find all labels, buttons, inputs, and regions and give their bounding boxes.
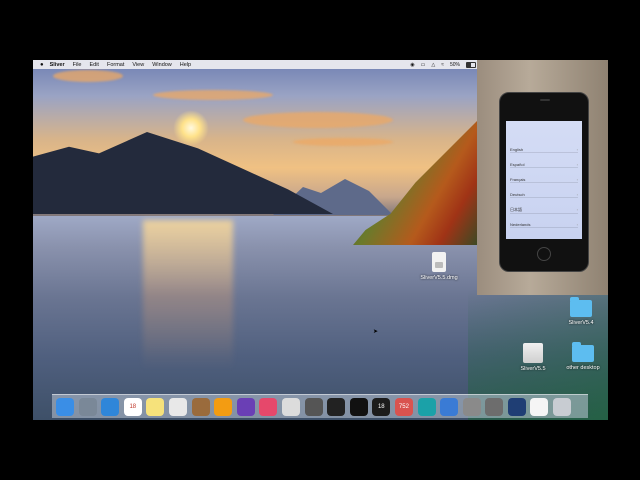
language-option[interactable]: Français › — [510, 177, 578, 183]
dock-badge-label: 752 — [398, 403, 409, 410]
preferences-icon[interactable] — [485, 397, 504, 416]
imovie-icon[interactable] — [236, 397, 255, 416]
chevron-right-icon: › — [576, 177, 578, 182]
language-option[interactable]: Deutsch › — [510, 192, 578, 198]
arduino-icon[interactable] — [417, 397, 436, 416]
badge-icon[interactable]: 752 — [394, 397, 413, 416]
phone-screen: English › Español › Français › Deutsch › 日本語… — [506, 121, 582, 239]
language-option[interactable]: English › — [510, 147, 578, 153]
desktop-file-label: SliverV5.4 — [568, 320, 594, 326]
launchpad-icon[interactable] — [78, 397, 97, 416]
chevron-right-icon: › — [576, 222, 578, 227]
display-icon[interactable]: ▭ — [421, 62, 426, 68]
desktop-folder-other[interactable]: other desktop — [556, 342, 608, 371]
notes-icon[interactable] — [146, 397, 165, 416]
earpiece — [540, 99, 550, 101]
finder-icon[interactable] — [56, 397, 74, 416]
dock-badge-label: 18 — [377, 403, 385, 410]
apple-menu-icon[interactable]: ● — [40, 62, 44, 68]
safari-icon[interactable] — [101, 397, 120, 416]
dock: 18 18 752 — [52, 394, 588, 418]
dock-badge-label: 18 — [129, 403, 137, 410]
iphone: English › Español › Français › Deutsch › 日本語… — [499, 92, 589, 272]
chevron-right-icon: › — [576, 192, 578, 197]
chevron-right-icon: › — [576, 147, 578, 152]
terminal-icon[interactable] — [327, 397, 346, 416]
airplay-icon[interactable]: △ — [431, 62, 435, 68]
dmg-file-icon — [432, 252, 446, 272]
sun-reflection — [143, 220, 233, 370]
weather-icon[interactable]: 18 — [372, 397, 391, 416]
chevron-right-icon: › — [576, 207, 578, 212]
language-option[interactable]: Nederlands › — [510, 222, 578, 228]
left-mountain — [33, 132, 333, 214]
desktop-folder-sliverv54[interactable]: SliverV5.4 — [556, 297, 606, 326]
trash-icon[interactable] — [553, 397, 572, 416]
photos-icon[interactable] — [214, 397, 233, 416]
status-area: ◉ ▭ △ ≈ 50% — [410, 60, 476, 69]
desktop-file-label: SliverV5.5 — [520, 366, 546, 372]
script-icon[interactable] — [281, 397, 300, 416]
desktop-file-dmg[interactable]: SliverV5.5.dmg — [411, 252, 467, 281]
book-icon[interactable] — [191, 397, 210, 416]
quicktime-icon[interactable] — [507, 397, 526, 416]
menu-app-name[interactable]: Sliver — [50, 62, 65, 68]
language-label: English — [510, 147, 524, 152]
home-button[interactable] — [537, 247, 551, 261]
language-label: Français — [510, 177, 526, 182]
textedit-icon[interactable] — [168, 397, 187, 416]
language-option[interactable]: Español › — [510, 162, 578, 168]
language-label: Nederlands — [510, 222, 531, 227]
preview-icon[interactable] — [530, 397, 549, 416]
cloud — [153, 90, 273, 100]
menu-view[interactable]: View — [132, 62, 144, 68]
icloud-icon[interactable] — [440, 397, 459, 416]
menu-format[interactable]: Format — [107, 62, 124, 68]
menu-file[interactable]: File — [73, 62, 82, 68]
mouse-cursor-icon: ➤ — [373, 329, 379, 335]
wifi-icon[interactable]: ≈ — [441, 62, 444, 68]
battery-icon[interactable] — [466, 61, 476, 68]
chevron-right-icon: › — [576, 162, 578, 167]
menu-window[interactable]: Window — [152, 62, 172, 68]
menu-help[interactable]: Help — [180, 62, 191, 68]
menu-edit[interactable]: Edit — [89, 62, 98, 68]
cloud — [243, 112, 393, 128]
desktop-file-label: other desktop — [566, 365, 600, 371]
disk-image-icon — [523, 343, 543, 363]
record-icon[interactable]: ◉ — [410, 62, 414, 68]
cloud — [293, 138, 393, 146]
battery-percent[interactable]: 50% — [450, 62, 460, 68]
itunes-icon[interactable] — [259, 397, 278, 416]
language-label: Deutsch — [510, 192, 525, 197]
language-label: Español — [510, 162, 525, 167]
desktop-disk-sliverv55[interactable]: SliverV5.5 — [508, 343, 558, 372]
language-option[interactable]: 日本語 › — [510, 207, 578, 214]
folder-icon — [572, 342, 594, 362]
phone-camera-overlay: English › Español › Français › Deutsch › 日本語… — [477, 60, 608, 295]
calendar-icon[interactable]: 18 — [123, 397, 142, 416]
sun — [173, 110, 209, 146]
disk-utility-icon[interactable] — [462, 397, 481, 416]
language-label: 日本語 — [510, 207, 522, 212]
cloud — [53, 70, 123, 82]
folder-icon — [570, 297, 592, 317]
pen-icon[interactable] — [304, 397, 323, 416]
desktop-file-label: SliverV5.5.dmg — [420, 275, 458, 281]
sliver-icon[interactable] — [349, 397, 368, 416]
